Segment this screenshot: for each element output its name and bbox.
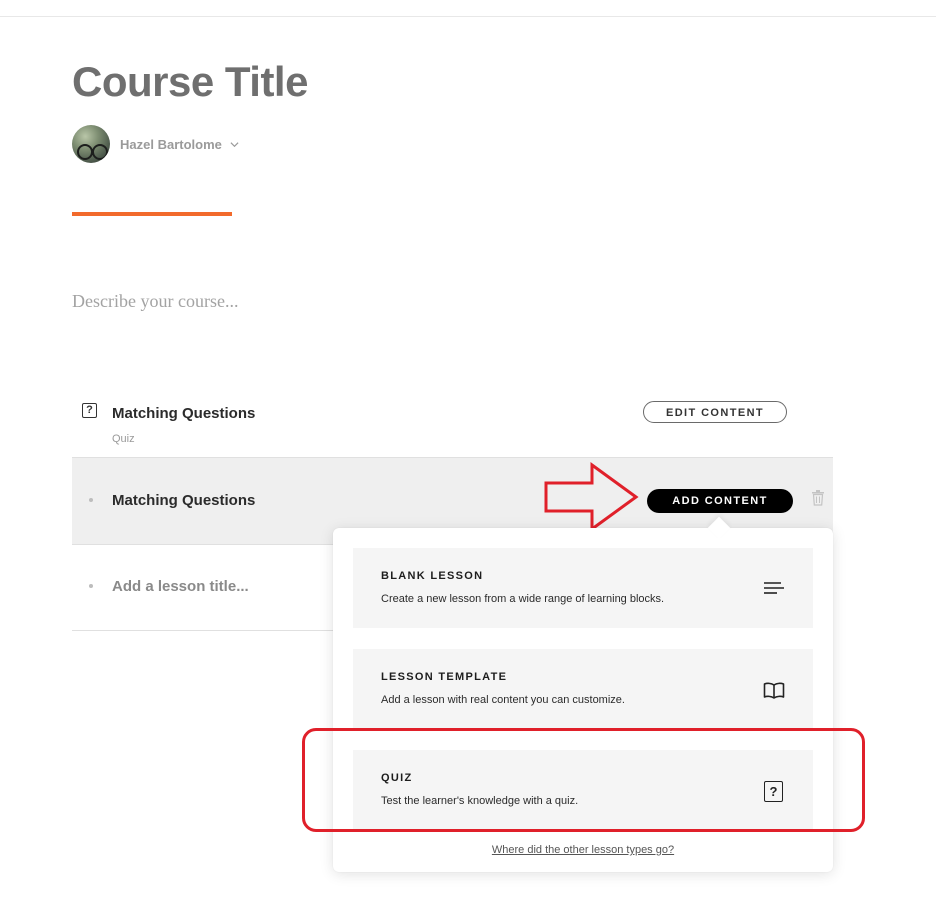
option-title: QUIZ bbox=[381, 772, 413, 784]
lesson-type: Quiz bbox=[112, 433, 135, 445]
author-name: Hazel Bartolome bbox=[120, 136, 222, 152]
drag-handle-dot[interactable] bbox=[89, 498, 93, 502]
lesson-title[interactable]: Matching Questions bbox=[112, 492, 255, 509]
accent-divider bbox=[72, 212, 232, 216]
trash-icon[interactable] bbox=[811, 490, 825, 506]
lesson-title-input[interactable]: Add a lesson title... bbox=[112, 578, 249, 595]
drag-handle-dot bbox=[89, 584, 93, 588]
edit-content-button[interactable]: EDIT CONTENT bbox=[643, 401, 787, 423]
avatar bbox=[72, 125, 110, 163]
lesson-title[interactable]: Matching Questions bbox=[112, 405, 255, 422]
course-title[interactable]: Course Title bbox=[72, 58, 308, 106]
option-description: Add a lesson with real content you can c… bbox=[381, 694, 625, 706]
course-description-input[interactable]: Describe your course... bbox=[72, 291, 238, 312]
top-divider bbox=[0, 16, 936, 17]
option-description: Create a new lesson from a wide range of… bbox=[381, 593, 665, 605]
add-content-button[interactable]: ADD CONTENT bbox=[647, 489, 793, 513]
quiz-icon: ? bbox=[764, 781, 783, 802]
chevron-down-icon[interactable] bbox=[230, 140, 239, 149]
author-selector[interactable]: Hazel Bartolome bbox=[72, 125, 239, 163]
text-lines-icon bbox=[764, 582, 784, 594]
option-description: Test the learner's knowledge with a quiz… bbox=[381, 795, 579, 807]
book-icon bbox=[763, 682, 785, 699]
option-quiz[interactable]: QUIZ Test the learner's knowledge with a… bbox=[353, 750, 813, 830]
option-blank-lesson[interactable]: BLANK LESSON Create a new lesson from a … bbox=[353, 548, 813, 628]
quiz-icon: ? bbox=[82, 403, 97, 418]
annotation-arrow bbox=[544, 462, 639, 532]
add-content-dropdown: BLANK LESSON Create a new lesson from a … bbox=[333, 516, 833, 872]
option-title: LESSON TEMPLATE bbox=[381, 671, 508, 683]
lesson-row[interactable]: ? Matching Questions Quiz EDIT CONTENT bbox=[72, 396, 833, 456]
option-lesson-template[interactable]: LESSON TEMPLATE Add a lesson with real c… bbox=[353, 649, 813, 729]
option-title: BLANK LESSON bbox=[381, 570, 484, 582]
other-lesson-types-link[interactable]: Where did the other lesson types go? bbox=[333, 844, 833, 856]
